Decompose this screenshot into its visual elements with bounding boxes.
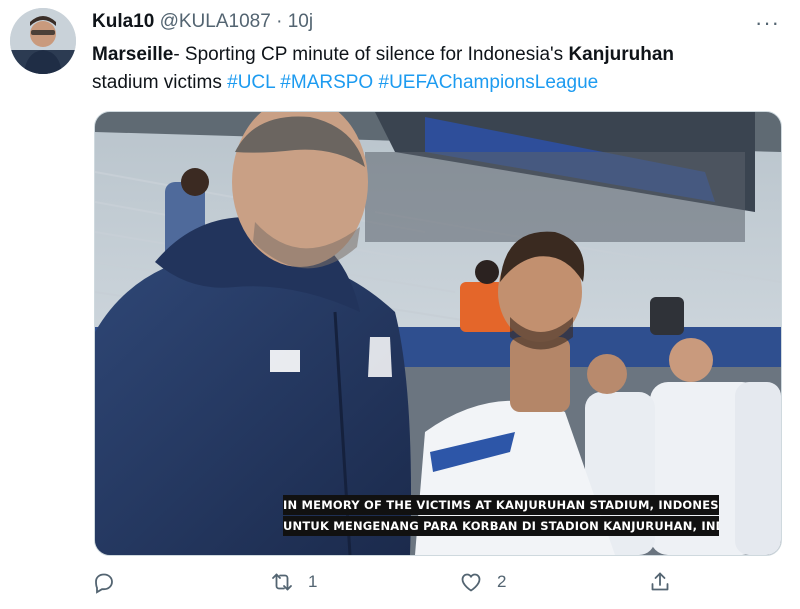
avatar[interactable]: [10, 8, 76, 74]
share-button[interactable]: [648, 570, 686, 594]
like-count: 2: [497, 572, 507, 591]
author-handle[interactable]: @KULA1087: [160, 11, 271, 32]
author-name[interactable]: Kula10: [92, 11, 154, 32]
hashtag-marspo[interactable]: #MARSPO: [280, 72, 373, 93]
retweet-count: 1: [308, 572, 318, 591]
caption-line-indonesian: UNTUK MENGENANG PARA KORBAN DI STADION K…: [283, 516, 719, 536]
text-bold-kanjuruhan: Kanjuruhan: [568, 44, 674, 65]
separator-dot: ·: [276, 11, 283, 32]
reply-icon: [95, 573, 113, 594]
hashtag-ucl[interactable]: #UCL: [227, 72, 275, 93]
tweet-header: Kula10 @KULA1087 · 10j: [92, 10, 313, 34]
tweet-actions: 1 2: [92, 570, 692, 602]
share-icon: [651, 572, 669, 591]
hashtag-uefachampionsleague[interactable]: #UEFAChampionsLeague: [379, 72, 599, 93]
retweet-icon: [272, 573, 292, 591]
more-icon[interactable]: ···: [755, 10, 780, 36]
tweet-text: Marseille- Sporting CP minute of silence…: [92, 41, 782, 97]
retweet-button[interactable]: 1: [270, 570, 317, 594]
like-button[interactable]: 2: [459, 570, 506, 594]
tweet-time[interactable]: 10j: [288, 11, 313, 32]
text-part-2: stadium victims: [92, 72, 228, 93]
caption-line-english: IN MEMORY OF THE VICTIMS AT KANJURUHAN S…: [283, 495, 719, 515]
tweet-media-photo[interactable]: IN MEMORY OF THE VICTIMS AT KANJURUHAN S…: [94, 111, 782, 556]
like-icon: [461, 573, 481, 592]
text-bold-marseille: Marseille: [92, 44, 174, 65]
reply-button[interactable]: [92, 570, 130, 594]
video-caption: IN MEMORY OF THE VICTIMS AT KANJURUHAN S…: [283, 495, 719, 536]
text-part-1: - Sporting CP minute of silence for Indo…: [173, 44, 569, 65]
